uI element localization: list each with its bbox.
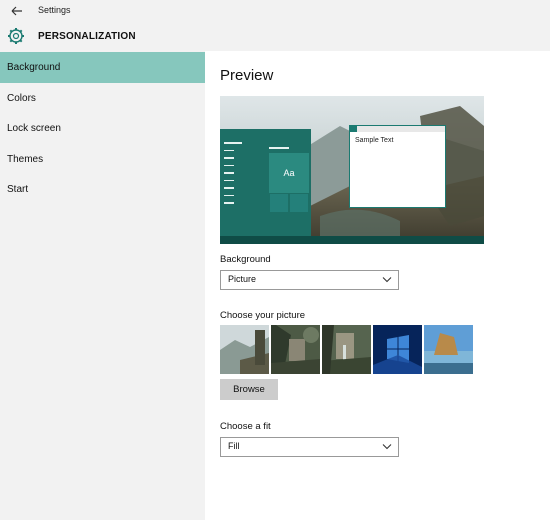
picture-thumbnail[interactable] [220, 325, 269, 374]
main-panel: Preview Aa Sample Text Background Pictur… [205, 51, 550, 520]
chevron-down-icon [382, 444, 392, 450]
menu-lines [224, 142, 242, 204]
picture-thumbnail[interactable] [424, 325, 473, 374]
page-title: PERSONALIZATION [38, 31, 136, 42]
sidebar-item-background[interactable]: Background [0, 52, 205, 83]
tile-aa: Aa [269, 153, 309, 193]
tile-header-line [269, 147, 289, 149]
sample-text: Sample Text [355, 137, 394, 144]
background-value: Picture [228, 274, 257, 284]
title-bar: Settings [0, 0, 550, 24]
sidebar-item-start[interactable]: Start [0, 174, 205, 205]
choose-fit-label: Choose a fit [220, 421, 271, 432]
tile-small [269, 193, 289, 213]
picture-thumbnail[interactable] [271, 325, 320, 374]
sidebar-item-themes[interactable]: Themes [0, 144, 205, 175]
tile-small [289, 193, 309, 213]
browse-button[interactable]: Browse [220, 379, 278, 400]
page-header: PERSONALIZATION [0, 24, 550, 51]
start-menu-preview: Aa [220, 129, 311, 236]
preview-heading: Preview [220, 67, 274, 84]
sidebar-item-lock-screen[interactable]: Lock screen [0, 113, 205, 144]
fit-value: Fill [228, 441, 240, 451]
desktop-preview: Aa Sample Text [220, 96, 484, 244]
sidebar: Background Colors Lock screen Themes Sta… [0, 51, 205, 520]
background-label: Background [220, 254, 271, 265]
window-title: Settings [38, 5, 71, 15]
gear-icon [7, 27, 25, 45]
sample-window-titlebar [350, 126, 445, 132]
sample-window: Sample Text [349, 125, 446, 208]
background-dropdown[interactable]: Picture [220, 270, 399, 290]
picture-thumbnail[interactable] [373, 325, 422, 374]
fit-dropdown[interactable]: Fill [220, 437, 399, 457]
chevron-down-icon [382, 277, 392, 283]
back-arrow-icon[interactable] [6, 2, 26, 20]
choose-picture-label: Choose your picture [220, 310, 306, 321]
picture-thumbnail[interactable] [322, 325, 371, 374]
sidebar-item-colors[interactable]: Colors [0, 83, 205, 114]
